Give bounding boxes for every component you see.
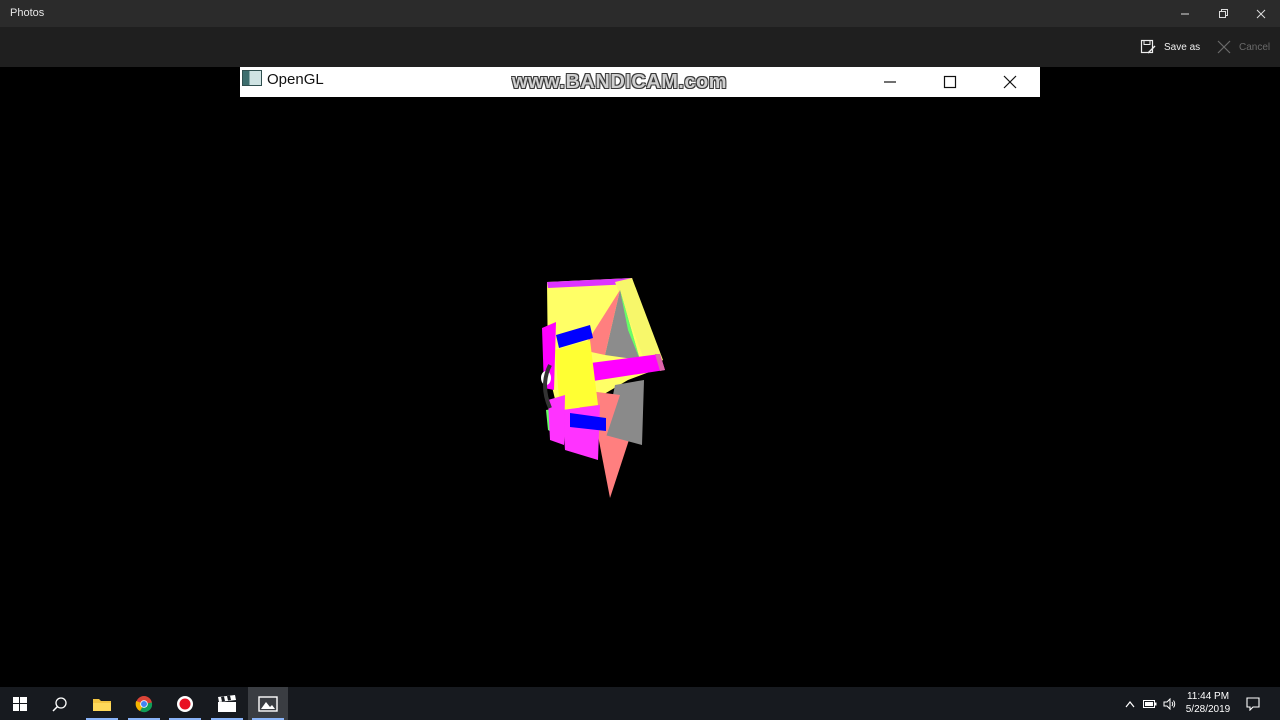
save-as-button[interactable]: Save as (1140, 27, 1200, 67)
photos-icon (258, 695, 278, 712)
opengl-window-title: OpenGL (267, 71, 324, 88)
file-explorer-icon (93, 698, 111, 711)
cancel-label: Cancel (1239, 41, 1271, 53)
cancel-button[interactable]: Cancel (1217, 27, 1270, 67)
start-button[interactable] (0, 687, 40, 720)
clock-time: 11:44 PM (1186, 691, 1230, 702)
volume-button[interactable] (1160, 687, 1180, 720)
search-button[interactable] (40, 687, 80, 720)
close-button[interactable] (1242, 0, 1280, 27)
app-title: Photos (10, 7, 45, 19)
save-as-icon (1140, 39, 1156, 54)
restore-icon (1219, 8, 1228, 18)
close-icon (1003, 75, 1017, 89)
start-icon (13, 696, 27, 711)
battery-icon (1143, 699, 1157, 708)
search-icon (52, 696, 67, 712)
video-editor-icon (218, 694, 236, 712)
taskbar-clock[interactable]: 11:44 PM 5/28/2019 (1180, 690, 1236, 716)
minimize-icon (1181, 13, 1189, 14)
opengl-close-button (980, 67, 1040, 97)
taskbar-file-explorer[interactable] (82, 687, 122, 720)
window-controls (1166, 0, 1280, 27)
minimize-icon (884, 81, 896, 83)
opengl-minimize-button (860, 67, 920, 97)
minimize-button[interactable] (1166, 0, 1204, 27)
record-icon (177, 695, 193, 712)
clock-date: 5/28/2019 (1185, 704, 1231, 715)
action-center-button[interactable] (1240, 687, 1266, 720)
cancel-icon (1217, 40, 1231, 54)
command-bar: Save as Cancel (0, 27, 1280, 67)
taskbar-chrome[interactable] (124, 687, 164, 720)
battery-button[interactable] (1140, 687, 1160, 720)
taskbar-recorder[interactable] (165, 687, 205, 720)
close-icon (1256, 9, 1266, 18)
chrome-icon (135, 695, 153, 712)
opengl-app-icon (242, 70, 262, 86)
magenta-block (562, 405, 600, 460)
app-titlebar: Photos (0, 0, 1280, 27)
taskbar: 11:44 PM 5/28/2019 (0, 687, 1280, 720)
opengl-3d-object (541, 278, 665, 498)
magenta-left-lower (548, 395, 565, 445)
volume-icon (1163, 697, 1176, 710)
restore-button[interactable] (1204, 0, 1242, 27)
taskbar-video-editor[interactable] (207, 687, 247, 720)
show-hidden-icons-button[interactable] (1120, 687, 1140, 720)
notification-icon (1246, 696, 1260, 711)
taskbar-photos[interactable] (248, 687, 288, 720)
bandicam-watermark: www.BANDICAM.com (512, 71, 728, 93)
opengl-maximize-button (920, 67, 980, 97)
opengl-window-titlebar: OpenGL www.BANDICAM.com (240, 67, 1040, 97)
opengl-window-controls (860, 67, 1040, 97)
chevron-up-icon (1125, 700, 1135, 707)
save-as-label: Save as (1164, 41, 1201, 53)
maximize-icon (943, 75, 957, 89)
